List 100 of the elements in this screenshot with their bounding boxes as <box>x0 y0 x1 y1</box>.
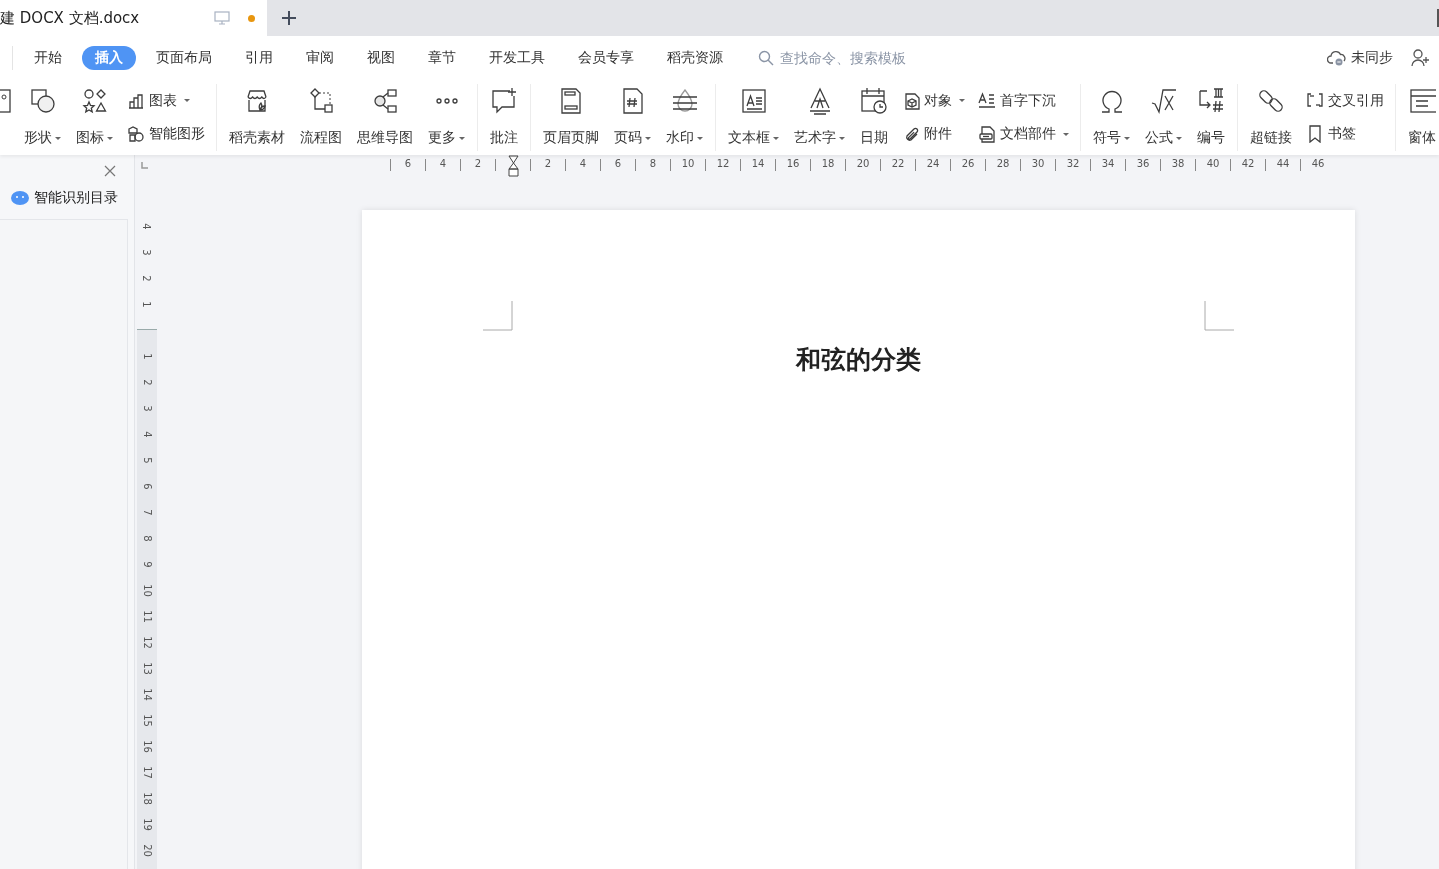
plus-icon[interactable] <box>281 10 297 26</box>
add-user-icon[interactable] <box>1411 49 1431 67</box>
ruler-number: 19 <box>141 817 153 831</box>
ruler-number: 26 <box>960 159 976 171</box>
ribbon-button[interactable]: 图标 <box>70 84 119 151</box>
document-part-icon <box>978 125 996 144</box>
ribbon-button[interactable]: 日期 <box>854 84 894 151</box>
ruler-number: 17 <box>141 765 153 779</box>
ribbon-button[interactable]: 书签 <box>1303 123 1387 146</box>
ribbon-button[interactable]: 交叉引用 <box>1303 89 1387 112</box>
image-icon[interactable] <box>0 87 12 115</box>
ruler-number: 2 <box>140 274 152 282</box>
menu-tab[interactable]: 稻壳资源 <box>654 46 736 70</box>
ruler-number: 15 <box>141 713 153 727</box>
ribbon-button[interactable]: 形状 <box>18 84 67 151</box>
ribbon-button[interactable]: 艺术字 <box>788 84 851 151</box>
ruler-number: 20 <box>855 159 871 171</box>
ribbon-button[interactable]: 图表 <box>124 89 208 112</box>
search-icon <box>758 50 774 66</box>
ruler-number: 22 <box>890 159 906 171</box>
sync-status[interactable]: 未同步 <box>1351 49 1393 67</box>
ribbon-button[interactable]: 附件 <box>899 123 968 146</box>
brackets-icon <box>1306 91 1324 110</box>
menu-tab[interactable]: 开始 <box>21 46 75 70</box>
ribbon-button[interactable]: 首字下沉 <box>975 89 1072 112</box>
ruler-number: 3 <box>141 404 153 412</box>
menu-tab[interactable]: 引用 <box>232 46 286 70</box>
search-field[interactable]: 查找命令、搜索模板 <box>758 49 932 67</box>
ruler-number: 6 <box>141 482 153 490</box>
document-heading: 和弦的分类 <box>794 344 922 376</box>
ruler-number: 18 <box>141 791 153 805</box>
symbols-icon <box>80 87 109 115</box>
ruler-number: 24 <box>925 159 941 171</box>
corner-mark-icon <box>483 301 513 331</box>
numbering-icon <box>1197 87 1225 115</box>
ruler-number: 1 <box>141 352 153 360</box>
menu-tab[interactable]: 视图 <box>354 46 408 70</box>
indent-marker-icon[interactable] <box>507 155 519 177</box>
menu-tab[interactable]: 章节 <box>415 46 469 70</box>
monitor-icon <box>214 11 230 25</box>
ribbon-button[interactable]: 流程图 <box>294 84 348 151</box>
ribbon-button[interactable]: 思维导图 <box>351 84 419 151</box>
ribbon-button[interactable]: 公式 <box>1139 84 1188 151</box>
ruler-number: 32 <box>1065 159 1081 171</box>
ribbon-button[interactable]: 页眉页脚 <box>537 84 605 151</box>
ruler-number: 10 <box>680 159 696 171</box>
menu-tab[interactable]: 会员专享 <box>565 46 647 70</box>
text-box-icon <box>739 87 768 115</box>
ruler-number: 3 <box>140 248 152 256</box>
ribbon-button[interactable]: 符号 <box>1087 84 1136 151</box>
close-icon[interactable] <box>104 165 116 177</box>
ruler-number: 12 <box>715 159 731 171</box>
ruler-number: 5 <box>141 456 153 464</box>
ruler-number: 6 <box>403 159 413 171</box>
drop-cap-icon <box>978 91 996 110</box>
ruler-number: 44 <box>1275 159 1291 171</box>
ruler-number: 30 <box>1030 159 1046 171</box>
ribbon-button[interactable]: 批注 <box>484 84 524 151</box>
diagram-icon <box>127 125 145 144</box>
ribbon-button[interactable]: 水印 <box>660 84 709 151</box>
ruler-number: 6 <box>613 159 623 171</box>
bookmark-icon <box>1306 125 1324 144</box>
corner-mark-icon <box>1204 301 1234 331</box>
menu-tab[interactable]: 开发工具 <box>476 46 558 70</box>
ribbon-button[interactable]: 更多 <box>422 84 471 151</box>
ribbon-button[interactable]: 对象 <box>899 89 968 112</box>
ribbon-button[interactable]: 文档部件 <box>975 123 1072 146</box>
ribbon-button[interactable]: 超链接 <box>1244 84 1298 151</box>
ruler-number: 2 <box>473 159 483 171</box>
ruler-number: 2 <box>141 378 153 386</box>
ruler-number: 42 <box>1240 159 1256 171</box>
ruler-number: 34 <box>1100 159 1116 171</box>
ruler-number: 7 <box>141 508 153 516</box>
ruler-number: 8 <box>648 159 658 171</box>
menu-tab[interactable]: 页面布局 <box>143 46 225 70</box>
ribbon-button[interactable]: 稻壳素材 <box>223 84 291 151</box>
document-tab[interactable]: 建 DOCX 文档.docx <box>0 0 267 36</box>
drop-icon <box>670 87 699 115</box>
ruler-number: 12 <box>141 635 153 649</box>
cloud-icon <box>1327 50 1347 66</box>
shapes-icon <box>28 87 57 115</box>
robot-icon <box>11 190 29 206</box>
ruler-number: 46 <box>1310 159 1326 171</box>
panel-title[interactable]: 智能识别目录 <box>34 189 118 207</box>
square-root-icon <box>1149 87 1178 115</box>
ruler-number: 11 <box>141 609 153 623</box>
ruler-number: 4 <box>438 159 448 171</box>
more-icon <box>435 98 458 104</box>
ruler-number: 4 <box>141 430 153 438</box>
ruler-number: 2 <box>543 159 553 171</box>
ruler-number: 10 <box>141 583 153 597</box>
ribbon-button[interactable]: 文本框 <box>722 84 785 151</box>
ribbon-button[interactable]: 智能图形 <box>124 123 208 146</box>
ruler-number: 16 <box>141 739 153 753</box>
ribbon-button[interactable]: 窗体 <box>1402 84 1439 151</box>
ribbon-button[interactable]: 编号 <box>1191 84 1231 151</box>
ribbon-button[interactable]: 页码 <box>608 84 657 151</box>
menu-tab[interactable]: 审阅 <box>293 46 347 70</box>
mind-map-icon <box>371 87 399 115</box>
ruler-number: 38 <box>1170 159 1186 171</box>
